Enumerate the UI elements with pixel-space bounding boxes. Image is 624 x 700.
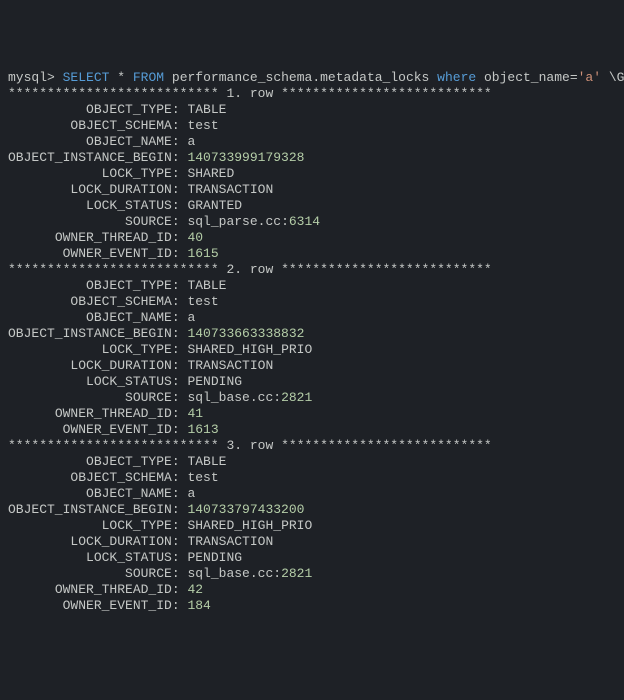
stars-right: *************************** <box>281 262 492 277</box>
field-value: PENDING <box>187 550 242 565</box>
row-label: row <box>250 438 273 453</box>
terminal-output: mysql> SELECT * FROM performance_schema.… <box>8 70 616 614</box>
source-file: sql_base.cc: <box>187 390 281 405</box>
field-value: a <box>187 310 195 325</box>
field-label: OBJECT_NAME <box>86 134 172 149</box>
field-label: OBJECT_SCHEMA <box>70 470 171 485</box>
field-label: OBJECT_NAME <box>86 310 172 325</box>
table-name: performance_schema.metadata_locks <box>172 70 429 85</box>
field-value: TRANSACTION <box>187 182 273 197</box>
field-value: GRANTED <box>187 198 242 213</box>
prompt-text: mysql> <box>8 70 55 85</box>
field-label: LOCK_TYPE <box>102 166 172 181</box>
row-separator: *************************** 1. row *****… <box>8 86 492 101</box>
row-number: 2. <box>226 262 242 277</box>
kw-from: FROM <box>133 70 164 85</box>
stars-left: *************************** <box>8 86 219 101</box>
field-label: OBJECT_SCHEMA <box>70 294 171 309</box>
field-value: 1615 <box>187 246 218 261</box>
cond-field: object_name= <box>484 70 578 85</box>
field-label: OBJECT_INSTANCE_BEGIN <box>8 502 172 517</box>
field-label: OWNER_THREAD_ID <box>55 406 172 421</box>
field-label: LOCK_DURATION <box>70 534 171 549</box>
field-value: 40 <box>187 230 203 245</box>
field-label: SOURCE <box>125 214 172 229</box>
field-label: OBJECT_TYPE <box>86 278 172 293</box>
field-value: TABLE <box>187 102 226 117</box>
field-value: a <box>187 134 195 149</box>
field-value: test <box>187 118 218 133</box>
field-value: 140733999179328 <box>187 150 304 165</box>
source-line: 2821 <box>281 390 312 405</box>
query-tail: \G <box>609 70 624 85</box>
kw-where: where <box>437 70 476 85</box>
field-label: LOCK_STATUS <box>86 550 172 565</box>
field-label: OBJECT_SCHEMA <box>70 118 171 133</box>
row-number: 3. <box>226 438 242 453</box>
field-value: TRANSACTION <box>187 358 273 373</box>
field-value: test <box>187 294 218 309</box>
row-number: 1. <box>226 86 242 101</box>
stars-left: *************************** <box>8 438 219 453</box>
field-label: LOCK_TYPE <box>102 342 172 357</box>
field-label: OWNER_THREAD_ID <box>55 230 172 245</box>
field-label: OBJECT_INSTANCE_BEGIN <box>8 326 172 341</box>
field-label: OWNER_EVENT_ID <box>63 246 172 261</box>
row-separator: *************************** 3. row *****… <box>8 438 492 453</box>
field-label: SOURCE <box>125 390 172 405</box>
field-value: SHARED_HIGH_PRIO <box>187 518 312 533</box>
field-value: SHARED_HIGH_PRIO <box>187 342 312 357</box>
stars-right: *************************** <box>281 86 492 101</box>
field-value: TABLE <box>187 278 226 293</box>
field-value: 140733663338832 <box>187 326 304 341</box>
source-line: 2821 <box>281 566 312 581</box>
field-label: OWNER_EVENT_ID <box>63 598 172 613</box>
field-label: OBJECT_NAME <box>86 486 172 501</box>
field-label: LOCK_TYPE <box>102 518 172 533</box>
field-value: 1613 <box>187 422 218 437</box>
field-label: OBJECT_INSTANCE_BEGIN <box>8 150 172 165</box>
field-value: SHARED <box>187 166 234 181</box>
kw-select: SELECT <box>63 70 110 85</box>
row-label: row <box>250 262 273 277</box>
field-label: OWNER_EVENT_ID <box>63 422 172 437</box>
source-line: 6314 <box>289 214 320 229</box>
field-label: SOURCE <box>125 566 172 581</box>
field-value: PENDING <box>187 374 242 389</box>
field-value: 140733797433200 <box>187 502 304 517</box>
row-separator: *************************** 2. row *****… <box>8 262 492 277</box>
field-label: OWNER_THREAD_ID <box>55 582 172 597</box>
source-file: sql_base.cc: <box>187 566 281 581</box>
field-value: TRANSACTION <box>187 534 273 549</box>
stars-right: *************************** <box>281 438 492 453</box>
field-value: 41 <box>187 406 203 421</box>
prompt: mysql> SELECT * FROM performance_schema.… <box>8 70 624 85</box>
field-value: 42 <box>187 582 203 597</box>
field-label: LOCK_DURATION <box>70 182 171 197</box>
field-value: 184 <box>187 598 210 613</box>
field-label: LOCK_STATUS <box>86 374 172 389</box>
field-label: LOCK_DURATION <box>70 358 171 373</box>
stars-left: *************************** <box>8 262 219 277</box>
cond-value: 'a' <box>578 70 601 85</box>
star: * <box>117 70 125 85</box>
field-label: LOCK_STATUS <box>86 198 172 213</box>
field-value: a <box>187 486 195 501</box>
field-value: test <box>187 470 218 485</box>
row-label: row <box>250 86 273 101</box>
source-file: sql_parse.cc: <box>187 214 288 229</box>
field-label: OBJECT_TYPE <box>86 454 172 469</box>
field-label: OBJECT_TYPE <box>86 102 172 117</box>
field-value: TABLE <box>187 454 226 469</box>
